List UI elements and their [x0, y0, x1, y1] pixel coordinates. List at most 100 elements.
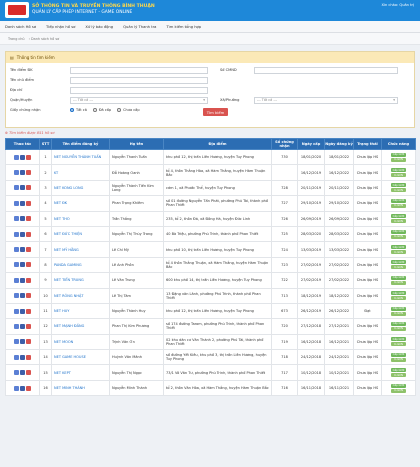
delete-icon[interactable] [26, 216, 31, 222]
view-icon[interactable] [14, 170, 19, 176]
column-header[interactable]: Số chứng nhận [271, 138, 298, 150]
issue-cert-button[interactable]: Cấp GCN [391, 368, 406, 373]
name-cell[interactable]: NET ĐK [51, 195, 110, 212]
name-cell[interactable]: KT [51, 164, 110, 181]
nav-item-danh-sach[interactable]: Danh sách Hồ sơ [5, 25, 36, 29]
edit-icon[interactable] [20, 185, 25, 191]
table-row[interactable]: 12 NET MẠNH ĐĂNG Phan Thị Kim Phương số 174… [5, 318, 416, 335]
name-cell[interactable]: NET TIẾN TRUNG [51, 272, 110, 289]
table-row[interactable]: 4 NET ĐK Phan Trọng Khiêm số 01 đường Nguyễ… [5, 195, 416, 212]
table-row[interactable]: 7 NET MỸ HẰNG Lê Chí Mỹ khu phố 10, thị trấ… [5, 241, 416, 258]
column-header[interactable]: Ngày cấp [297, 138, 325, 150]
table-row[interactable]: 5 NET THO Trần Thắng 235, tổ 2, thôn Đá, xã… [5, 210, 416, 227]
name-cell[interactable]: PANDA GAMING [51, 256, 110, 274]
issue-cert-button[interactable]: Cấp GCN [391, 337, 406, 342]
name-cell[interactable]: NET MOON [51, 333, 110, 351]
column-header[interactable]: Ngày đăng ký [324, 138, 354, 150]
issue-cert-button[interactable]: Cấp GCN [391, 352, 406, 357]
delete-icon[interactable] [26, 323, 31, 329]
edit-icon[interactable] [20, 262, 25, 268]
issue-cert-button[interactable]: Cấp GCN [391, 245, 406, 250]
table-row[interactable]: 16 NET MINH THÀNH Nguyễn Minh Thành tổ 2, t… [5, 379, 416, 397]
delete-icon[interactable] [26, 231, 31, 237]
table-row[interactable]: 10 NET RÔNG NHẬT Lê Thị Tâm 13 Đặng văn Lãn… [5, 287, 416, 304]
edit-icon[interactable] [20, 154, 25, 160]
issue-cert-button[interactable]: Cấp GCN [391, 383, 406, 388]
name-cell[interactable]: NET KEPT [51, 364, 110, 381]
edit-icon[interactable] [20, 170, 25, 176]
issue-cert-button[interactable]: Cấp GCN [391, 168, 406, 173]
delete-icon[interactable] [26, 293, 31, 299]
delete-icon[interactable] [26, 200, 31, 206]
table-row[interactable]: 11 NET HUY Nguyễn Thành Huy khu phố 12, thị… [5, 302, 416, 320]
xa-phuong-select[interactable]: --- Tất cả --- ▾ [254, 96, 398, 104]
print-cert-button[interactable]: In GCN [391, 173, 406, 178]
nav-item-tim-kiem[interactable]: Tìm kiếm tổng hợp [166, 25, 201, 29]
edit-icon[interactable] [20, 216, 25, 222]
table-row[interactable]: 3 NET KONG LONG Nguyễn Thành Tiến Kim Long… [5, 179, 416, 197]
print-cert-button[interactable]: In GCN [391, 265, 406, 270]
breadcrumb-home[interactable]: Trang chủ [8, 37, 25, 41]
radio-chua-cap[interactable]: Chưa cấp [117, 108, 140, 112]
delete-icon[interactable] [26, 339, 31, 345]
edit-icon[interactable] [20, 354, 25, 360]
name-cell[interactable]: NET GAME HOUSE [51, 349, 110, 366]
edit-icon[interactable] [20, 370, 25, 376]
view-icon[interactable] [14, 339, 19, 345]
print-cert-button[interactable]: In GCN [391, 157, 406, 162]
name-cell[interactable]: NET MỸ HẰNG [51, 241, 110, 258]
issue-cert-button[interactable]: Cấp GCN [391, 214, 406, 219]
issue-cert-button[interactable]: Cấp GCN [391, 275, 406, 280]
search-button[interactable]: Tìm kiếm [203, 108, 228, 116]
column-header[interactable]: Địa điểm [163, 138, 272, 150]
view-icon[interactable] [14, 200, 19, 206]
issue-cert-button[interactable]: Cấp GCN [391, 229, 406, 234]
table-row[interactable]: 8 PANDA GAMING Lê Anh Phôn tổ 4 thôn Thắng … [5, 256, 416, 274]
name-cell[interactable]: NET KONG LONG [51, 179, 110, 197]
so-cmnd-input[interactable] [254, 66, 398, 74]
nav-item-thanh-tra[interactable]: Quản lý Thanh tra [123, 25, 156, 29]
edit-icon[interactable] [20, 308, 25, 314]
name-cell[interactable]: NET HUY [51, 302, 110, 320]
delete-icon[interactable] [26, 277, 31, 283]
view-icon[interactable] [14, 185, 19, 191]
view-icon[interactable] [14, 354, 19, 360]
edit-icon[interactable] [20, 277, 25, 283]
print-cert-button[interactable]: In GCN [391, 373, 406, 378]
view-icon[interactable] [14, 293, 19, 299]
view-icon[interactable] [14, 385, 19, 391]
issue-cert-button[interactable]: Cấp GCN [391, 291, 406, 296]
radio-da-cap[interactable]: Đã cấp [92, 108, 111, 112]
print-cert-button[interactable]: In GCN [391, 326, 406, 331]
ten-chu-input[interactable] [70, 76, 208, 84]
delete-icon[interactable] [26, 370, 31, 376]
name-cell[interactable]: NET NGUYỄN THÀNH TUẤN [51, 148, 110, 166]
edit-icon[interactable] [20, 231, 25, 237]
print-cert-button[interactable]: In GCN [391, 203, 406, 208]
print-cert-button[interactable]: In GCN [391, 280, 406, 285]
nav-item-tiep-nhan[interactable]: Tiếp nhận hồ sơ [46, 25, 75, 29]
name-cell[interactable]: NET MẠNH ĐĂNG [51, 318, 110, 335]
delete-icon[interactable] [26, 308, 31, 314]
edit-icon[interactable] [20, 323, 25, 329]
view-icon[interactable] [14, 370, 19, 376]
print-cert-button[interactable]: In GCN [391, 250, 406, 255]
print-cert-button[interactable]: In GCN [391, 296, 406, 301]
ten-diem-input[interactable] [70, 66, 208, 74]
view-icon[interactable] [14, 154, 19, 160]
delete-icon[interactable] [26, 354, 31, 360]
view-icon[interactable] [14, 262, 19, 268]
column-header[interactable]: Họ tên [109, 138, 164, 150]
view-icon[interactable] [14, 308, 19, 314]
edit-icon[interactable] [20, 247, 25, 253]
print-cert-button[interactable]: In GCN [391, 388, 406, 393]
issue-cert-button[interactable]: Cấp GCN [391, 260, 406, 265]
table-row[interactable]: 13 NET MOON Trịnh Văn Ơn 02 khu dân cư Văn … [5, 333, 416, 351]
print-cert-button[interactable]: In GCN [391, 311, 406, 316]
user-greeting[interactable]: Xin chào: Quản trị [381, 3, 414, 7]
edit-icon[interactable] [20, 293, 25, 299]
table-row[interactable]: 1 NET NGUYỄN THÀNH TUẤN Nguyễn Thanh Tuấn k… [5, 148, 416, 166]
quan-huyen-select[interactable]: --- Tất cả --- ▾ [70, 96, 208, 104]
edit-icon[interactable] [20, 385, 25, 391]
brand[interactable]: SỞ THÔNG TIN VÀ TRUYỀN THÔNG BÌNH THUẬN … [5, 2, 155, 18]
